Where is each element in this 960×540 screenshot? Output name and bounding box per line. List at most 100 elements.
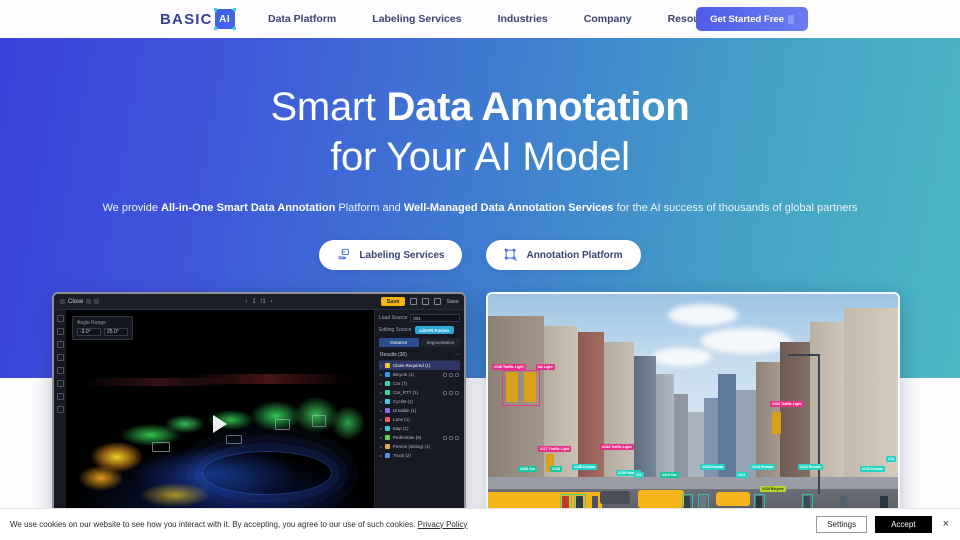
street-annotation-demo-card[interactable]: #138 Traffic Light No Light #133 Traffic… bbox=[486, 292, 900, 540]
paint-tool-icon[interactable] bbox=[56, 367, 64, 374]
annotation-label[interactable]: #14 bbox=[886, 456, 896, 463]
load-source-select[interactable]: 001 bbox=[410, 314, 460, 322]
annotation-label[interactable]: #129 Bicycle bbox=[760, 486, 786, 493]
results-menu-icon[interactable]: ⋯ bbox=[454, 352, 459, 358]
cookie-accept-button[interactable]: Accept bbox=[875, 516, 932, 533]
nav-item-industries[interactable]: Industries bbox=[498, 13, 548, 25]
annotation-label[interactable]: #111 bbox=[736, 472, 748, 479]
polygon-tool-icon[interactable] bbox=[56, 341, 64, 348]
cursor-tool-icon[interactable] bbox=[56, 315, 64, 322]
lidar-close-label: Close bbox=[68, 298, 84, 305]
annotation-label[interactable]: #124 Human bbox=[750, 464, 776, 471]
class-list-item[interactable]: ▸ Class Required (1) bbox=[379, 361, 460, 370]
class-list-item[interactable]: ▸ Map (1) bbox=[379, 424, 460, 433]
angle-min-input[interactable]: -3.0° bbox=[77, 328, 101, 336]
class-list-item[interactable]: ▸ Person (sitting) (1) bbox=[379, 442, 460, 451]
annotation-label[interactable]: #123 Human bbox=[700, 464, 726, 471]
class-list-item[interactable]: ▸ Drivable (1) bbox=[379, 406, 460, 415]
annotation-label[interactable]: No Light bbox=[536, 364, 555, 371]
annotation-platform-label: Annotation Platform bbox=[526, 249, 623, 261]
zoom-tool-icon[interactable] bbox=[56, 393, 64, 400]
primary-nav: Data Platform Labeling Services Industri… bbox=[268, 0, 721, 38]
annotation-label[interactable]: #134 Traffic Light bbox=[600, 444, 634, 451]
class-actions[interactable] bbox=[443, 372, 459, 377]
lidar-annotation-demo-card[interactable]: Close ‹ 1 /1 › Save Save Angle Range -3.… bbox=[52, 292, 466, 540]
cookie-consent-banner: We use cookies on our website to see how… bbox=[0, 508, 960, 540]
class-list-item[interactable]: ▸ Car (7) bbox=[379, 379, 460, 388]
cookie-close-icon[interactable]: × bbox=[940, 519, 952, 530]
annotation-platform-button[interactable]: Annotation Platform bbox=[486, 240, 641, 270]
editing-source-value[interactable]: LiDAR Fusion bbox=[414, 326, 455, 334]
chevron-right-icon: ▸ bbox=[380, 399, 383, 404]
labeling-services-button[interactable]: Labeling Services bbox=[319, 240, 463, 270]
measure-tool-icon[interactable] bbox=[56, 354, 64, 361]
lidar-toolbar: Close ‹ 1 /1 › Save Save bbox=[54, 294, 464, 310]
class-list-item[interactable]: ▸ Truck (2) bbox=[379, 451, 460, 460]
class-actions[interactable] bbox=[443, 390, 459, 395]
results-header: Results (30) ⋯ bbox=[379, 350, 460, 361]
class-actions[interactable] bbox=[443, 435, 459, 440]
frame-next-button[interactable]: › bbox=[271, 299, 273, 305]
class-list-item[interactable]: ▸ Lane (1) bbox=[379, 415, 460, 424]
site-logo[interactable]: BASIC AI bbox=[160, 8, 236, 30]
chevron-right-icon: ▸ bbox=[380, 435, 383, 440]
lock-icon bbox=[455, 390, 459, 395]
lidar-tool-sidebar bbox=[54, 310, 66, 538]
get-started-free-button[interactable]: Get Started Free bbox=[696, 7, 808, 31]
frame-total: /1 bbox=[260, 298, 266, 305]
sidewalk bbox=[488, 477, 898, 490]
settings-tool-icon[interactable] bbox=[56, 406, 64, 413]
tab-segmentation[interactable]: Segmentation bbox=[420, 338, 460, 347]
hero-showcase-cards: Close ‹ 1 /1 › Save Save Angle Range -3.… bbox=[0, 292, 960, 540]
page-title: Smart Data Annotation for Your AI Model bbox=[0, 86, 960, 178]
class-color-swatch bbox=[385, 381, 391, 386]
street-photo: #138 Traffic Light No Light #133 Traffic… bbox=[488, 294, 898, 538]
nav-item-company[interactable]: Company bbox=[584, 13, 632, 25]
edit-icon bbox=[443, 372, 447, 377]
history-icon[interactable] bbox=[410, 298, 418, 305]
annotation-label[interactable]: #119 Car bbox=[660, 472, 679, 479]
lidar-close-button[interactable]: Close bbox=[60, 298, 100, 305]
nav-item-data-platform[interactable]: Data Platform bbox=[268, 13, 336, 25]
tab-instance[interactable]: Instance bbox=[379, 338, 419, 347]
traffic-light bbox=[772, 412, 781, 434]
headline-light: Smart bbox=[270, 85, 387, 129]
editing-source-row: Editing Source LiDAR Fusion bbox=[379, 326, 460, 334]
edit-icon bbox=[443, 390, 447, 395]
class-list-item[interactable]: ▸ Pedestrian (6) bbox=[379, 433, 460, 442]
nav-item-labeling-services[interactable]: Labeling Services bbox=[372, 13, 461, 25]
point-cloud-viewport[interactable]: Angle Range -3.0° 25.0° bbox=[66, 310, 374, 538]
lidar-tool-group: Save Save bbox=[380, 297, 459, 306]
info-icon bbox=[94, 299, 100, 304]
annotation-label[interactable]: #11 bbox=[634, 472, 644, 479]
annotation-label[interactable]: #143 Human bbox=[860, 466, 886, 473]
lidar-save-right-label[interactable]: Save bbox=[446, 299, 459, 305]
cloud bbox=[668, 303, 739, 326]
annotation-label[interactable]: #135 bbox=[550, 466, 562, 473]
lidar-save-button[interactable]: Save bbox=[380, 297, 406, 306]
class-list-item[interactable]: ▸ Car_RTT (1) bbox=[379, 388, 460, 397]
privacy-policy-link[interactable]: Privacy Policy bbox=[418, 520, 468, 529]
annotation-label[interactable]: #136 Car bbox=[518, 466, 537, 473]
annotation-box bbox=[226, 435, 243, 445]
angle-max-input[interactable]: 25.0° bbox=[104, 328, 128, 336]
annotation-label[interactable]: #117 Traffic Light bbox=[538, 446, 572, 453]
frame-prev-button[interactable]: ‹ bbox=[245, 299, 247, 305]
point-cluster bbox=[139, 483, 210, 508]
cookie-actions: Settings Accept × bbox=[816, 516, 952, 533]
video-play-button[interactable] bbox=[213, 415, 227, 433]
annotation-label[interactable]: #116 Human bbox=[798, 464, 823, 471]
delete-icon[interactable] bbox=[434, 298, 442, 305]
cookie-settings-button[interactable]: Settings bbox=[816, 516, 868, 533]
annotation-label[interactable]: #133 Traffic Light bbox=[770, 401, 804, 408]
class-list-item[interactable]: ▸ Bicycle (1) bbox=[379, 370, 460, 379]
annotation-label[interactable]: #145 Human bbox=[572, 464, 598, 471]
class-color-swatch bbox=[385, 444, 391, 449]
erase-tool-icon[interactable] bbox=[56, 380, 64, 387]
lamp-post bbox=[818, 354, 820, 494]
annotation-label[interactable]: #138 Traffic Light bbox=[492, 364, 526, 371]
class-list-item[interactable]: ▸ Cyclist (1) bbox=[379, 397, 460, 406]
rect-tool-icon[interactable] bbox=[56, 328, 64, 335]
chevron-right-icon: ▸ bbox=[380, 426, 383, 431]
fullscreen-icon[interactable] bbox=[422, 298, 430, 305]
